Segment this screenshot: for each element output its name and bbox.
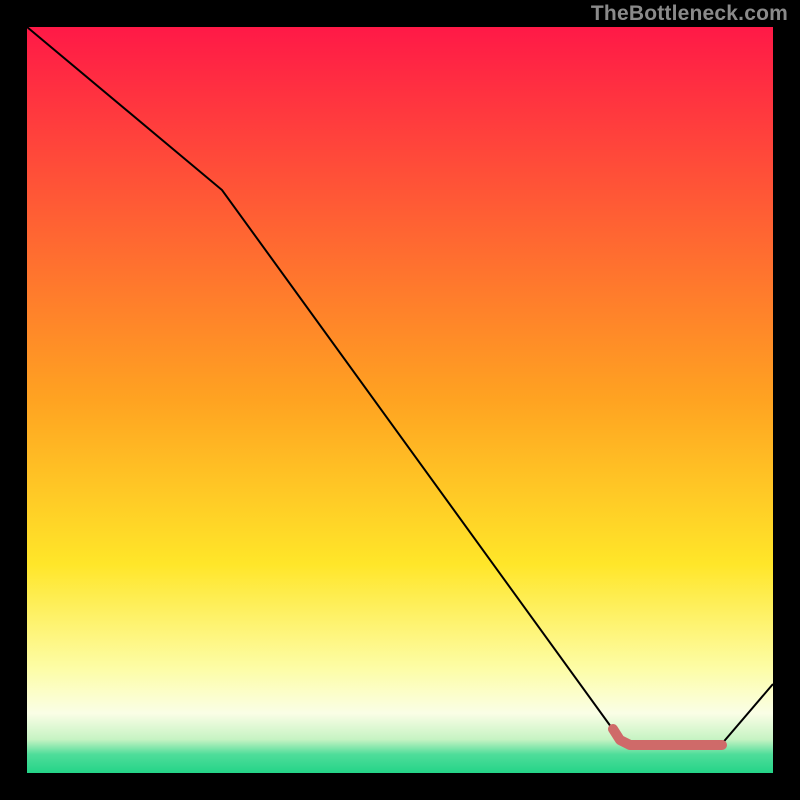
watermark-text: TheBottleneck.com <box>591 2 788 26</box>
plot-background <box>27 27 773 773</box>
chart-svg <box>0 0 800 800</box>
chart-stage: TheBottleneck.com <box>0 0 800 800</box>
